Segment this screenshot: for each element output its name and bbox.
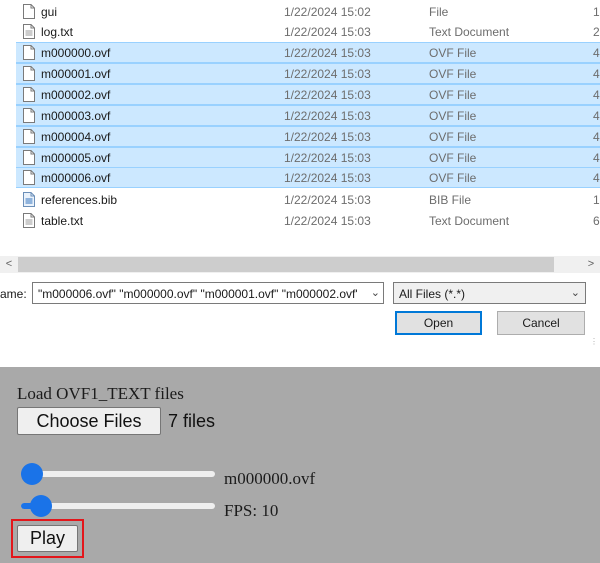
file-open-dialog: gui 1/22/2024 15:02 File 1 log.txt 1/22/2024 … [0,0,600,346]
choose-files-button[interactable]: Choose Files [17,407,161,435]
file-type: OVF File [429,88,477,102]
file-type: OVF File [429,151,477,165]
file-icon [23,108,35,123]
cancel-button[interactable]: Cancel [497,311,585,335]
filename-input[interactable]: "m000006.ovf" "m000000.ovf" "m000001.ovf… [32,282,384,304]
file-date-modified: 1/22/2024 15:03 [284,25,371,39]
file-size: 49 [593,171,600,185]
frame-slider-thumb[interactable] [21,463,43,485]
file-type: OVF File [429,130,477,144]
file-row[interactable]: m000002.ovf 1/22/2024 15:03 OVF File 49 [16,84,600,105]
file-date-modified: 1/22/2024 15:03 [284,67,371,81]
play-button-highlight: Play [11,519,84,558]
file-type: OVF File [429,109,477,123]
filetype-value[interactable]: All Files (*.*) [399,287,465,301]
file-size: 1 [593,193,600,207]
file-type: OVF File [429,171,477,185]
file-name: m000006.ovf [41,171,111,185]
file-size: 49 [593,46,600,60]
file-size: 49 [593,88,600,102]
text-file-icon [23,24,35,39]
file-icon [23,45,35,60]
file-name: table.txt [41,214,84,228]
file-name: m000002.ovf [41,88,111,102]
filename-value[interactable]: "m000006.ovf" "m000000.ovf" "m000001.ovf… [38,287,358,301]
file-list: gui 1/22/2024 15:02 File 1 log.txt 1/22/2024 … [0,0,600,232]
file-size: 49 [593,109,600,123]
file-name: m000001.ovf [41,67,111,81]
bib-file-icon [23,192,35,207]
file-name: m000000.ovf [41,46,111,60]
filename-label: ame: [0,287,27,301]
file-type: OVF File [429,67,477,81]
file-type: Text Document [429,25,510,39]
file-row[interactable]: m000001.ovf 1/22/2024 15:03 OVF File 49 [16,63,600,84]
fps-slider-thumb[interactable] [29,495,52,517]
file-type: OVF File [429,46,477,60]
file-name: m000004.ovf [41,130,111,144]
file-name: m000003.ovf [41,109,111,123]
file-name: m000005.ovf [41,151,111,165]
file-size: 6 [593,214,600,228]
file-icon [23,129,35,144]
file-row[interactable]: m000004.ovf 1/22/2024 15:03 OVF File 49 [16,126,600,147]
file-name: references.bib [41,193,118,207]
file-icon [23,87,35,102]
file-date-modified: 1/22/2024 15:03 [284,88,371,102]
file-icon [23,170,35,185]
file-row[interactable]: m000000.ovf 1/22/2024 15:03 OVF File 49 [16,42,600,63]
file-date-modified: 1/22/2024 15:02 [284,5,371,19]
scroll-left-arrow-icon[interactable]: < [2,257,16,272]
open-button[interactable]: Open [395,311,482,335]
file-row[interactable]: m000006.ovf 1/22/2024 15:03 OVF File 49 [16,167,600,188]
fps-slider[interactable] [21,494,215,518]
frame-filename-label: m000000.ovf [224,469,316,488]
file-row[interactable]: m000003.ovf 1/22/2024 15:03 OVF File 49 [16,105,600,126]
frame-slider[interactable] [21,462,215,486]
scroll-right-arrow-icon[interactable]: > [584,257,598,272]
load-files-label: Load OVF1_TEXT files [17,384,184,403]
fps-label: FPS: 10 [224,501,279,520]
file-type: File [429,5,449,19]
horizontal-scrollbar[interactable]: < > [0,256,600,273]
text-file-icon [23,213,35,228]
file-size: 2 [593,25,600,39]
file-row[interactable]: references.bib 1/22/2024 15:03 BIB File 1 [16,190,600,210]
resize-grip-icon[interactable]: ⋮ [590,337,598,346]
file-date-modified: 1/22/2024 15:03 [284,46,371,60]
ovf-viewer-panel: Load OVF1_TEXT files Choose Files 7 file… [0,367,600,563]
file-date-modified: 1/22/2024 15:03 [284,214,371,228]
frame-slider-track[interactable] [21,471,215,477]
file-name: log.txt [41,25,74,39]
scrollbar-thumb[interactable] [18,257,554,272]
file-date-modified: 1/22/2024 15:03 [284,130,371,144]
file-icon [23,150,35,165]
file-date-modified: 1/22/2024 15:03 [284,193,371,207]
file-size: 1 [593,5,600,19]
filetype-select[interactable]: All Files (*.*) ⌄ [393,282,586,304]
file-date-modified: 1/22/2024 15:03 [284,171,371,185]
file-row[interactable]: gui 1/22/2024 15:02 File 1 [16,2,600,22]
file-name: gui [41,5,58,19]
chevron-down-icon[interactable]: ⌄ [571,286,580,299]
file-icon [23,4,35,19]
file-row[interactable]: table.txt 1/22/2024 15:03 Text Document 6 [16,211,600,231]
file-count-text: 7 files [168,411,216,431]
file-date-modified: 1/22/2024 15:03 [284,109,371,123]
file-row[interactable]: log.txt 1/22/2024 15:03 Text Document 2 [16,22,600,42]
file-type: BIB File [429,193,472,207]
file-size: 49 [593,130,600,144]
play-button[interactable]: Play [17,525,78,552]
file-row[interactable]: m000005.ovf 1/22/2024 15:03 OVF File 49 [16,147,600,168]
chevron-down-icon[interactable]: ⌄ [371,286,380,299]
file-size: 49 [593,151,600,165]
file-size: 49 [593,67,600,81]
file-icon [23,66,35,81]
file-date-modified: 1/22/2024 15:03 [284,151,371,165]
file-type: Text Document [429,214,510,228]
